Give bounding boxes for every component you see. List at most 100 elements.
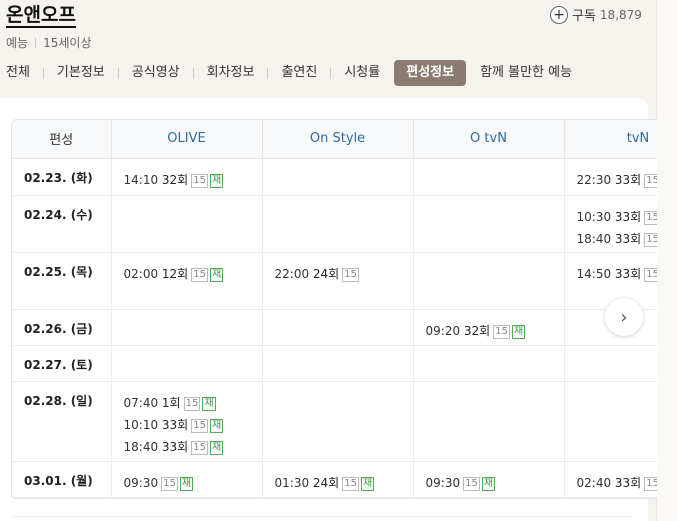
broadcast-slot[interactable]: 07:40 1회 15 재 [124, 392, 262, 414]
next-page-button[interactable]: › [605, 298, 643, 336]
table-row: 02.26. (금) 09:20 32회 15 재 [12, 309, 657, 346]
broadcast-slot[interactable]: 09:30 15 재 [124, 472, 262, 494]
rerun-badge: 재 [202, 396, 216, 411]
schedule-cell [111, 195, 263, 253]
broadcast-slot[interactable]: 22:30 33회15 [576, 169, 657, 191]
rerun-badge: 재 [511, 324, 526, 339]
column-header-channel[interactable]: tvN [564, 120, 657, 159]
tab-4[interactable]: 출연진 [281, 60, 317, 86]
schedule-cell: 10:30 33회1518:40 33회15 [564, 195, 657, 253]
broadcast-time: 14:50 [576, 266, 612, 281]
broadcast-time: 22:30 [576, 172, 612, 187]
age-rating-badge: 15 [342, 476, 359, 491]
schedule-cell: 14:10 32회 15 재 [111, 158, 263, 196]
schedule-cell: 09:30 15 재 [413, 461, 565, 498]
tab-1[interactable]: 기본정보 [57, 60, 105, 86]
episode-number: 33회 [158, 417, 189, 432]
schedule-cell: 22:30 33회15 [564, 158, 657, 196]
schedule-cell [262, 345, 414, 382]
tab-3[interactable]: 회차정보 [207, 60, 255, 86]
broadcast-slot[interactable]: 10:10 33회 15 재 [124, 414, 262, 436]
table-row: 02.27. (토) [12, 345, 657, 382]
tab-2[interactable]: 공식영상 [132, 60, 180, 86]
broadcast-slot[interactable]: 09:30 15 재 [426, 472, 564, 494]
broadcast-slot[interactable]: 14:50 33회15 [576, 263, 657, 285]
age-rating-badge: 15 [191, 267, 208, 282]
broadcast-time: 02:40 [576, 475, 612, 490]
broadcast-slot[interactable]: 22:00 24회 15 [275, 263, 413, 285]
schedule-cell [262, 381, 414, 462]
age-rating-badge: 15 [644, 476, 657, 491]
broadcast-time: 02:00 [123, 266, 159, 281]
broadcast-time: 18:40 [123, 439, 159, 454]
broadcast-slot[interactable]: 10:30 33회15 [577, 206, 657, 228]
program-header: 온앤오프 + 구독 18,879 예능 15세이상 전체 기본정보 공식영상 회차정보… [0, 0, 656, 96]
rerun-badge: 재 [360, 476, 375, 491]
episode-number: 32회 [158, 172, 189, 187]
broadcast-slot[interactable]: 09:20 32회 15 재 [426, 320, 564, 342]
age-rating-badge: 15 [644, 210, 657, 225]
table-header-row: 편성 OLIVE On Style O tvN tvN [12, 120, 657, 159]
column-header-channel[interactable]: On Style [262, 120, 414, 159]
program-title[interactable]: 온앤오프 [6, 4, 76, 28]
broadcast-slot[interactable]: 01:30 24회 15 재 [275, 472, 413, 494]
schedule-cell [413, 252, 565, 310]
broadcast-time: 07:40 [123, 395, 159, 410]
tab-5[interactable]: 시청률 [344, 60, 380, 86]
table-row: 02.24. (수)10:30 33회1518:40 33회15 [12, 195, 657, 253]
rerun-badge: 재 [481, 476, 496, 491]
age-rating-badge: 15 [644, 173, 657, 188]
schedule-cell [413, 381, 565, 462]
episode-number: 33회 [611, 231, 642, 246]
age-rating-badge: 15 [644, 267, 657, 282]
age-rating-badge: 15 [644, 232, 657, 247]
broadcast-time: 09:30 [425, 475, 461, 490]
broadcast-slot[interactable]: 02:40 33회15 [576, 472, 657, 494]
broadcast-time: 09:30 [123, 475, 159, 490]
tab-0[interactable]: 전체 [6, 60, 30, 86]
column-header-date: 편성 [12, 120, 112, 159]
broadcast-slot[interactable]: 18:40 33회 15 재 [124, 436, 262, 458]
tab-6[interactable]: 편성정보 [394, 60, 467, 86]
schedule-cell [262, 158, 414, 196]
age-rating-badge: 15 [161, 476, 178, 491]
age-rating-badge: 15 [191, 440, 208, 455]
schedule-date: 02.27. (토) [12, 345, 112, 382]
schedule-cell [413, 195, 565, 253]
broadcast-slot[interactable]: 18:40 33회15 [576, 228, 657, 250]
schedule-date: 02.28. (일) [12, 381, 112, 462]
subscribe-button[interactable]: + 구독 18,879 [550, 5, 642, 24]
broadcast-slot[interactable]: 14:10 32회 15 재 [124, 169, 262, 191]
schedule-cell [262, 195, 414, 253]
rerun-badge: 재 [209, 267, 224, 282]
schedule-cell: 02:00 12회 15 재 [111, 252, 263, 310]
episode-number: 1회 [158, 395, 181, 410]
rerun-badge: 재 [209, 440, 224, 455]
episode-number: 24회 [309, 475, 340, 490]
column-header-channel[interactable]: O tvN [413, 120, 565, 159]
tab-divider [330, 67, 332, 79]
broadcast-time: 18:40 [576, 231, 612, 246]
divider [11, 516, 631, 517]
program-meta: 예능 15세이상 [6, 34, 91, 51]
age-rating-badge: 15 [183, 396, 201, 411]
tab-divider [117, 67, 119, 79]
broadcast-slot[interactable]: 02:00 12회 15 재 [124, 263, 262, 285]
episode-number: 12회 [158, 266, 189, 281]
tab-7[interactable]: 함께 볼만한 예능 [480, 60, 572, 86]
broadcast-time: 01:30 [274, 475, 310, 490]
schedule-cell: 09:30 15 재 [111, 461, 263, 498]
episode-number: 24회 [309, 266, 340, 281]
schedule-table-container[interactable]: 편성 OLIVE On Style O tvN tvN 02.23. (화) 14:10 … [11, 119, 657, 499]
column-header-channel[interactable]: OLIVE [111, 120, 263, 159]
schedule-cell [413, 345, 565, 382]
schedule-date: 02.24. (수) [12, 195, 112, 253]
age-rating-label: 15세이상 [43, 36, 92, 50]
schedule-cell [564, 381, 657, 462]
schedule-cell [111, 309, 263, 346]
subscriber-count: 18,879 [599, 7, 642, 22]
broadcast-time: 14:10 [123, 172, 159, 187]
schedule-cell [262, 309, 414, 346]
schedule-cell: 09:20 32회 15 재 [413, 309, 565, 346]
age-rating-badge: 15 [191, 418, 208, 433]
